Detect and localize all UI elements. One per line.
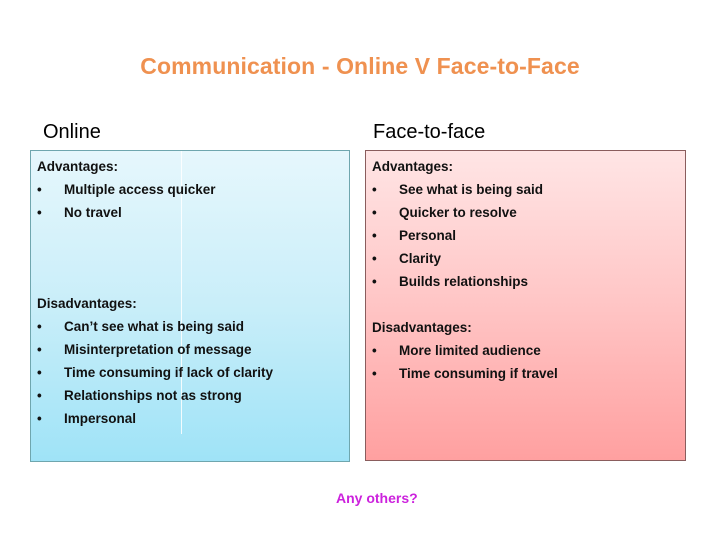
online-disadvantages-label: Disadvantages: — [37, 296, 137, 311]
bullet-icon: • — [37, 319, 42, 334]
f2f-disadvantages-label: Disadvantages: — [372, 320, 472, 335]
face-to-face-box: Advantages: • See what is being said • Qui… — [365, 150, 686, 461]
list-item-text: Personal — [399, 228, 457, 243]
list-item-text: Builds relationships — [399, 274, 529, 289]
list-item: • Impersonal — [37, 407, 343, 430]
list-item-text: Time consuming if travel — [399, 366, 558, 381]
list-item: • Multiple access quicker — [37, 178, 343, 201]
online-heading: Online — [43, 121, 101, 143]
online-box: Advantages: • Multiple access quicker • No… — [30, 150, 350, 462]
bullet-icon: • — [37, 365, 42, 380]
list-item: • More limited audience — [372, 339, 679, 362]
bullet-icon: • — [372, 343, 377, 358]
list-item-text: Multiple access quicker — [64, 182, 216, 197]
list-item: • Time consuming if travel — [372, 362, 679, 385]
list-item: • Clarity — [372, 247, 679, 270]
list-item-text: Quicker to resolve — [399, 205, 517, 220]
list-item-text: Time consuming if lack of clarity — [64, 365, 274, 380]
bullet-icon: • — [372, 366, 377, 381]
any-others-prompt: Any others? — [336, 490, 418, 506]
list-item: • Builds relationships — [372, 270, 679, 293]
bullet-icon: • — [372, 228, 377, 243]
list-item: • Relationships not as strong — [37, 384, 343, 407]
list-item-text: Relationships not as strong — [64, 388, 242, 403]
list-item-text: See what is being said — [399, 182, 544, 197]
list-item: • Time consuming if lack of clarity — [37, 361, 343, 384]
bullet-icon: • — [37, 411, 42, 426]
bullet-icon: • — [37, 388, 42, 403]
bullet-icon: • — [372, 251, 377, 266]
list-item: • Misinterpretation of message — [37, 338, 343, 361]
list-item: • Can’t see what is being said — [37, 315, 343, 338]
list-item-text: Impersonal — [64, 411, 137, 426]
f2f-advantages-label: Advantages: — [372, 159, 454, 174]
list-item: • Quicker to resolve — [372, 201, 679, 224]
list-item: • No travel — [37, 201, 343, 224]
list-item-text: Misinterpretation of message — [64, 342, 252, 357]
slide-title: Communication - Online V Face-to-Face — [140, 53, 580, 79]
online-disadvantages-list: • Can’t see what is being said • Misinterp… — [37, 315, 343, 430]
list-item: • Personal — [372, 224, 679, 247]
bullet-icon: • — [37, 182, 42, 197]
list-item-text: Clarity — [399, 251, 442, 266]
f2f-disadvantages-list: • More limited audience • Time consuming i… — [372, 339, 679, 385]
bullet-icon: • — [372, 205, 377, 220]
f2f-advantages-list: • See what is being said • Quicker to reso… — [372, 178, 679, 293]
list-item: • See what is being said — [372, 178, 679, 201]
bullet-icon: • — [37, 205, 42, 220]
list-item-text: No travel — [64, 205, 122, 220]
face-to-face-heading: Face-to-face — [373, 121, 486, 143]
online-advantages-label: Advantages: — [37, 159, 119, 174]
online-advantages-list: • Multiple access quicker • No travel — [37, 178, 343, 224]
list-item-text: Can’t see what is being said — [64, 319, 245, 334]
bullet-icon: • — [372, 274, 377, 289]
bullet-icon: • — [372, 182, 377, 197]
list-item-text: More limited audience — [399, 343, 541, 358]
bullet-icon: • — [37, 342, 42, 357]
